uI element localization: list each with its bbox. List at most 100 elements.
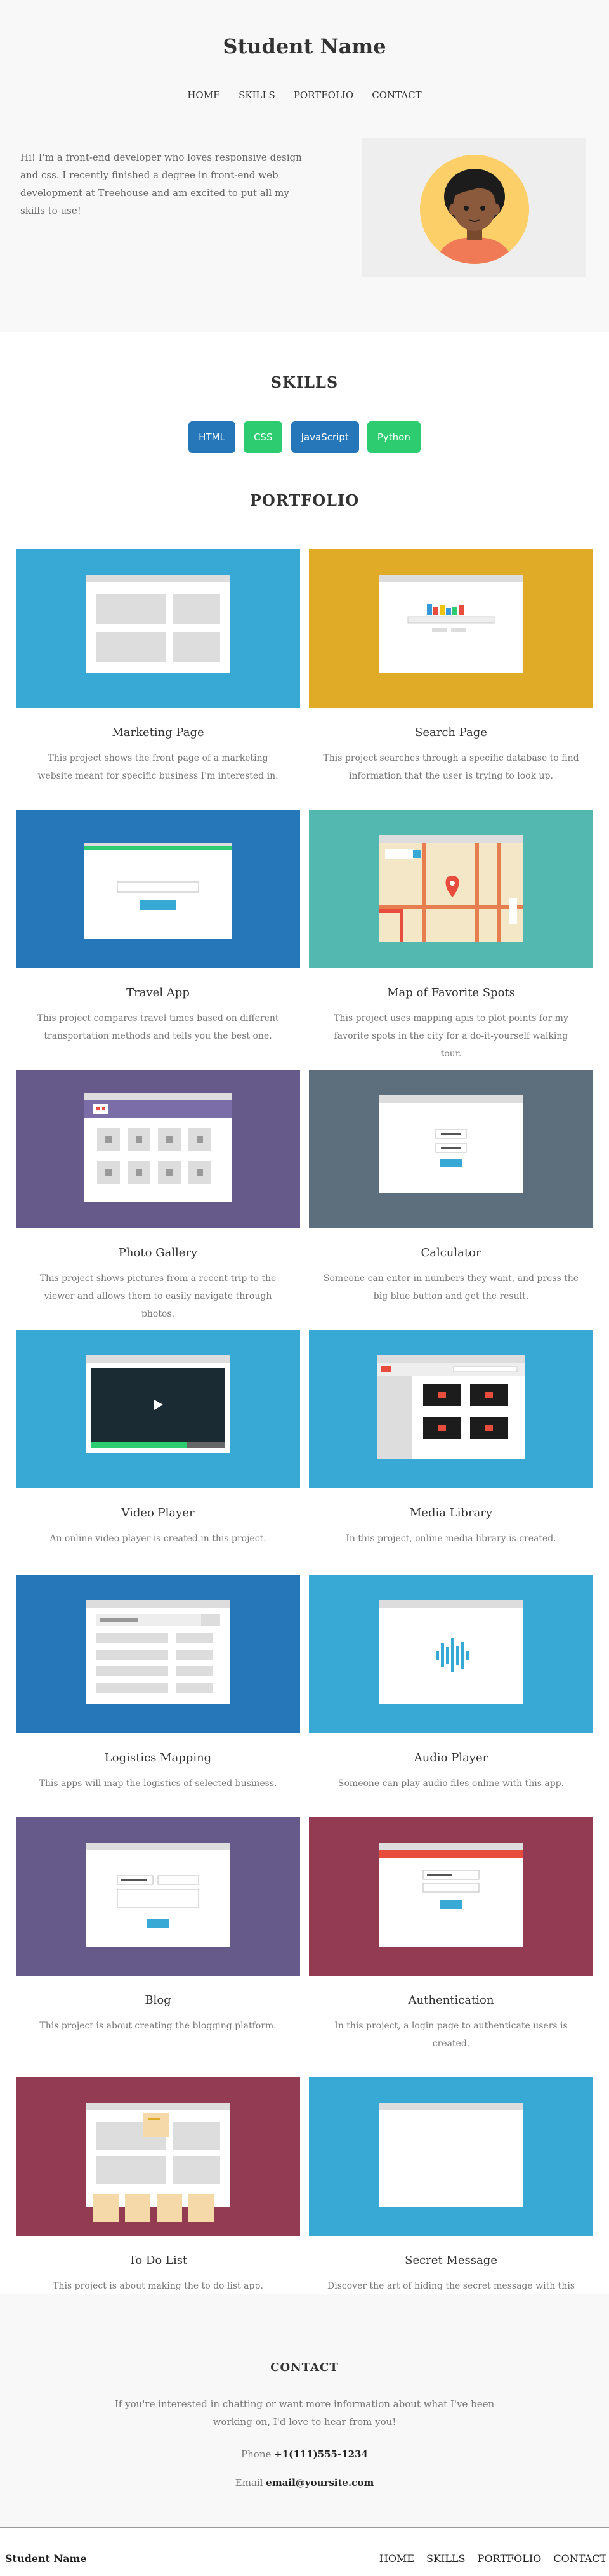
project-thumbnail[interactable] [16,1330,300,1488]
project-title: Logistics Mapping [104,1751,212,1764]
skills-title: SKILLS [270,373,339,391]
avatar-illustration [420,155,529,264]
project-card[interactable]: Media Library In this project, online me… [309,1330,593,1548]
project-title: Media Library [409,1506,493,1520]
project-thumbnail[interactable] [309,810,593,968]
project-title: Authentication [408,1994,494,2007]
project-card[interactable]: Map of Favorite Spots This project uses … [309,810,593,1063]
skill-badge: Python [367,421,421,453]
footer: Student Name HOME SKILLS PORTFOLIO CONTA… [0,2527,609,2576]
project-description: This project shows the front page of a m… [37,753,278,781]
project-card[interactable]: Logistics Mapping This apps will map the… [16,1575,300,1792]
contact-section: CONTACT If you're interested in chatting… [0,2294,609,2527]
footer-nav: HOME SKILLS PORTFOLIO CONTACT [370,2553,606,2565]
project-card[interactable]: Audio Player Someone can play audio file… [309,1575,593,1792]
phone-number[interactable]: +1(111)555-1234 [274,2448,368,2460]
intro-text: Hi! I'm a front-end developer who loves … [20,152,302,216]
project-thumbnail[interactable] [16,1575,300,1733]
project-thumbnail[interactable] [309,1817,593,1976]
project-card[interactable]: Secret Message Discover the art of hidin… [309,2077,593,2313]
project-thumbnail[interactable] [16,549,300,708]
project-card[interactable]: Photo Gallery This project shows picture… [16,1070,300,1323]
project-title: Audio Player [414,1751,488,1764]
project-title: To Do List [128,2254,188,2267]
project-card[interactable]: To Do List This project is about making … [16,2077,300,2295]
project-description: This project compares travel times based… [37,1013,279,1041]
footer-nav-contact[interactable]: CONTACT [553,2553,606,2565]
audio-player-illustration [379,1600,523,1704]
calculator-illustration [379,1095,523,1193]
project-thumbnail[interactable] [309,1070,593,1228]
project-title: Secret Message [405,2254,497,2267]
project-description: Someone can play audio files online with… [337,1778,565,1789]
project-card[interactable]: Travel App This project compares travel … [16,810,300,1045]
project-title: Search Page [415,726,487,739]
project-description: This apps will map the logistics of sele… [39,1778,277,1789]
project-description: This project shows pictures from a recen… [39,1273,277,1319]
project-description: In this project, a login page to authent… [334,2021,568,2049]
footer-nav-skills[interactable]: SKILLS [426,2553,465,2565]
search-page-illustration [379,575,523,673]
video-player-illustration [86,1355,230,1453]
project-title: Photo Gallery [118,1246,198,1259]
project-description: Someone can enter in numbers they want, … [323,1273,579,1301]
media-library-illustration [377,1355,525,1459]
project-card[interactable]: Search Page This project searches throug… [309,549,593,785]
header: Student Name HOME SKILLS PORTFOLIO CONTA… [0,0,609,332]
contact-phone: Phone +1(111)555-1234 [0,2448,609,2460]
project-thumbnail[interactable] [309,549,593,708]
project-title: Video Player [121,1506,195,1520]
nav-contact[interactable]: CONTACT [372,89,421,101]
project-thumbnail[interactable] [16,2077,300,2236]
logistics-illustration [86,1600,230,1704]
project-thumbnail[interactable] [16,810,300,968]
project-description: This project is about making the to do l… [53,2281,263,2291]
project-thumbnail[interactable] [16,1070,300,1228]
skill-badge: HTML [188,421,235,453]
skill-badge: JavaScript [291,421,359,453]
avatar [420,155,529,264]
footer-nav-portfolio[interactable]: PORTFOLIO [478,2553,542,2565]
email-link[interactable]: email@yoursite.com [266,2477,374,2488]
project-card[interactable]: Blog This project is about creating the … [16,1817,300,2035]
main-nav: HOME SKILLS PORTFOLIO CONTACT [0,89,609,101]
blog-illustration [86,1843,230,1947]
nav-home[interactable]: HOME [187,89,220,101]
map-illustration [379,835,523,942]
nav-portfolio[interactable]: PORTFOLIO [294,89,353,101]
project-description: An online video player is created in thi… [49,1534,266,1544]
project-title: Marketing Page [112,726,204,739]
contact-title: CONTACT [270,2361,339,2374]
project-title: Map of Favorite Spots [387,986,515,999]
project-card[interactable]: Calculator Someone can enter in numbers … [309,1070,593,1305]
project-thumbnail[interactable] [309,1575,593,1733]
project-description: This project uses mapping apis to plot p… [334,1013,568,1059]
skills-list: HTML CSS JavaScript Python [0,421,609,453]
nav-skills[interactable]: SKILLS [239,89,275,101]
project-title: Calculator [421,1246,481,1259]
project-thumbnail[interactable] [309,2077,593,2236]
email-label: Email [235,2477,263,2488]
project-card[interactable]: Authentication In this project, a login … [309,1817,593,2053]
project-description: This project is about creating the blogg… [39,2021,277,2031]
project-title: Blog [145,1994,171,2007]
project-description: This project searches through a specific… [323,753,579,781]
project-card[interactable]: Video Player An online video player is c… [16,1330,300,1548]
page: Student Name HOME SKILLS PORTFOLIO CONTA… [0,0,609,2576]
portfolio-title: PORTFOLIO [249,491,360,509]
avatar-panel [362,138,586,277]
project-thumbnail[interactable] [16,1817,300,1976]
footer-nav-home[interactable]: HOME [379,2553,414,2565]
marketing-page-illustration [86,575,230,673]
secret-message-illustration [379,2103,523,2207]
project-card[interactable]: Marketing Page This project shows the fr… [16,549,300,785]
phone-label: Phone [241,2448,272,2460]
skill-badge: CSS [243,421,283,453]
project-thumbnail[interactable] [309,1330,593,1488]
travel-app-illustration [84,843,232,939]
project-title: Travel App [126,986,190,999]
authentication-illustration [379,1843,523,1947]
project-description: In this project, online media library is… [346,1534,556,1544]
contact-text: If you're interested in chatting or want… [114,2398,495,2428]
footer-site-name: Student Name [5,2553,87,2565]
